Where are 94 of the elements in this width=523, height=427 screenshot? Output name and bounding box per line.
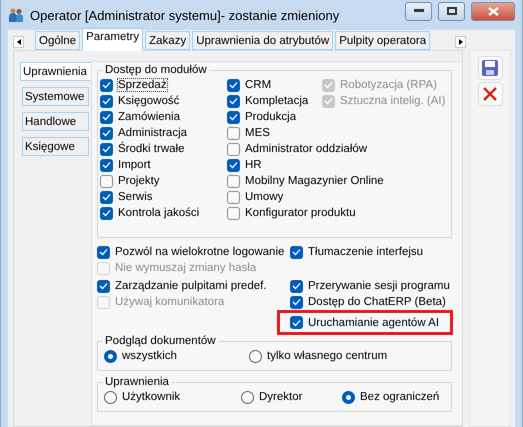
checkbox-label: Zarządzanie pulpitami predef. (115, 280, 266, 292)
checkbox-label: Zamówienia (118, 111, 180, 123)
save-button[interactable] (478, 56, 503, 80)
radio-button[interactable] (241, 390, 254, 404)
tab[interactable]: Pulpity operatora (335, 31, 430, 50)
checkbox-label: Uruchamianie agentów AI (308, 316, 440, 328)
checkbox[interactable] (290, 316, 303, 329)
checkbox[interactable] (227, 78, 240, 92)
checkbox[interactable] (100, 110, 113, 124)
tab[interactable]: Uprawnienia do atrybutów (192, 31, 334, 50)
check-icon (292, 248, 301, 256)
check-icon (292, 318, 301, 326)
checkbox-label: Robotyzacja (RPA) (340, 79, 437, 91)
scroll-right-button[interactable] (455, 36, 466, 48)
checkbox[interactable] (97, 246, 110, 258)
checkbox-label: HR (245, 159, 262, 171)
left-arrow-icon (16, 39, 20, 45)
minimize-button[interactable] (405, 2, 432, 20)
radio-button[interactable] (104, 390, 117, 404)
radio-button[interactable] (104, 350, 117, 362)
radio-button[interactable] (342, 390, 355, 404)
checkbox[interactable] (227, 126, 240, 140)
checkbox-label: Umowy (245, 191, 284, 203)
checkbox-label: Kontrola jakości (118, 207, 200, 219)
checkbox-label: Sprzedaż (118, 79, 167, 91)
group-title: Podgląd dokumentów (104, 335, 217, 347)
checkbox-label: Księgowość (118, 95, 180, 107)
checkbox[interactable] (227, 190, 240, 204)
checkbox[interactable] (227, 110, 240, 124)
users-icon (8, 7, 24, 23)
checkbox-label: Kompletacja (245, 95, 308, 107)
checkbox[interactable] (100, 142, 113, 156)
checkbox[interactable] (290, 280, 303, 292)
checkbox-label: MES (245, 127, 270, 139)
side-tab[interactable]: Uprawnienia (20, 62, 91, 81)
group-title: Uprawnienia (104, 376, 170, 388)
radio-label: Dyrektor (259, 391, 302, 403)
side-tab[interactable]: Księgowe (22, 137, 89, 156)
checkbox[interactable] (100, 78, 113, 92)
radio-label: tylko własnego centrum (267, 350, 388, 362)
checkbox[interactable] (227, 158, 240, 172)
checkbox[interactable] (100, 206, 113, 220)
checkbox-label: Tłumaczenie interfejsu (308, 246, 424, 258)
radio-button[interactable] (249, 350, 262, 362)
checkbox[interactable] (290, 296, 303, 308)
right-arrow-icon (458, 39, 462, 45)
close-icon (482, 86, 498, 102)
checkbox-label: Pozwól na wielokrotne logowanie (115, 246, 284, 258)
checkbox[interactable] (100, 190, 113, 204)
checkbox[interactable] (100, 158, 113, 172)
checkbox[interactable] (290, 246, 303, 258)
checkbox-label: Przerywanie sesji programu (308, 280, 450, 292)
radio-label: Bez ograniczeń (360, 391, 440, 403)
check-icon (99, 248, 108, 256)
checkbox[interactable] (97, 280, 110, 292)
close-icon (488, 6, 498, 16)
checkbox-label: Środki trwałe (118, 143, 184, 155)
checkbox-label: Konfigurator produktu (245, 207, 356, 219)
checkbox-label: CRM (245, 79, 272, 91)
tab[interactable]: Ogólne (35, 31, 80, 50)
checkbox-label: Dostęp do ChatERP (Beta) (308, 296, 446, 308)
save-icon (481, 59, 500, 77)
checkbox-label: Nie wymuszaj zmiany hasła (115, 262, 256, 274)
checkbox-label: Mobilny Magazynier Online (245, 175, 384, 187)
checkbox[interactable] (227, 142, 240, 156)
side-tab[interactable]: Handlowe (22, 112, 89, 131)
window-title: Operator [Administrator systemu]- zostanie zmieniony (30, 8, 340, 22)
checkbox[interactable] (100, 126, 113, 140)
check-icon (229, 161, 238, 169)
checkbox[interactable] (100, 174, 113, 188)
checkbox-label: Serwis (118, 191, 153, 203)
checkbox[interactable] (227, 206, 240, 220)
side-tab[interactable]: Systemowe (22, 87, 89, 106)
checkbox-label: Import (118, 159, 151, 171)
checkbox-label: Administrator oddziałów (245, 143, 368, 155)
group-title: Dostęp do modułów (104, 64, 208, 76)
tab[interactable]: Zakazy (145, 31, 190, 50)
close-button[interactable] (471, 2, 515, 20)
scroll-left-button[interactable] (13, 36, 24, 48)
checkbox-label: Produkcja (245, 111, 296, 123)
checkbox-label: Sztuczna intelig. (AI) (340, 95, 446, 107)
checkbox[interactable] (227, 94, 240, 108)
maximize-button[interactable] (438, 2, 465, 20)
checkbox-label: Używaj komunikatora (115, 296, 224, 308)
checkbox[interactable] (100, 94, 113, 108)
maximize-icon (446, 7, 456, 15)
checkbox-label: Projekty (118, 175, 160, 187)
radio-label: Użytkownik (122, 391, 180, 403)
tab[interactable]: Parametry (82, 28, 144, 51)
checkbox[interactable] (227, 174, 240, 188)
radio-label: wszystkich (122, 350, 177, 362)
checkbox-label: Administracja (118, 127, 188, 139)
check-icon (99, 282, 108, 290)
minimize-icon (414, 9, 424, 13)
